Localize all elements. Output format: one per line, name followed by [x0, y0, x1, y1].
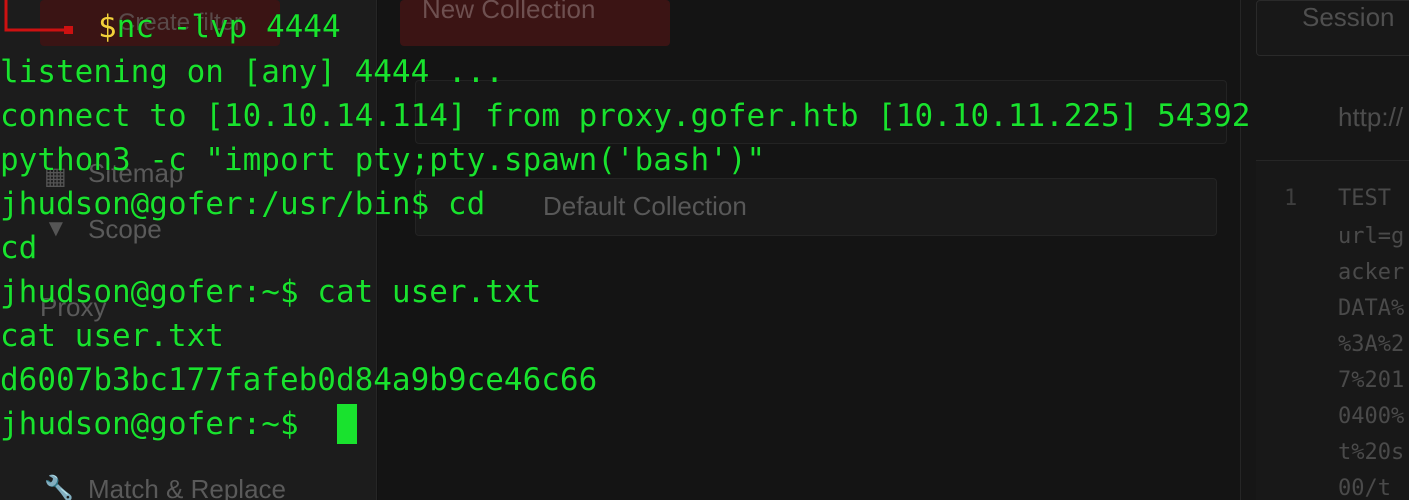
terminal-line: python3 -c "import pty;pty.spawn('bash')…: [0, 142, 766, 178]
terminal-command-line: $nc -lvp 4444: [98, 5, 341, 49]
prompt-dollar: $: [98, 9, 117, 45]
terminal-line: jhudson@gofer:~$ cat user.txt: [0, 274, 542, 310]
terminal-line: listening on [any] 4444 ...: [0, 54, 504, 90]
netcat-command: nc -lvp 4444: [116, 9, 341, 45]
prompt-corner-icon: [4, 0, 73, 34]
terminal-cursor: [337, 404, 357, 444]
terminal-output[interactable]: $nc -lvp 4444 listening on [any] 4444 ..…: [0, 0, 1409, 500]
terminal-line: connect to [10.10.14.114] from proxy.gof…: [0, 98, 1251, 134]
screen: Create filter New Collection Default Col…: [0, 0, 1409, 500]
terminal-prompt: jhudson@gofer:~$: [0, 406, 318, 442]
terminal-line: cd: [0, 230, 38, 266]
terminal-line: cat user.txt: [0, 318, 224, 354]
user-flag-line: d6007b3bc177fafeb0d84a9b9ce46c66: [0, 362, 598, 398]
terminal-line: jhudson@gofer:/usr/bin$ cd: [0, 186, 486, 222]
